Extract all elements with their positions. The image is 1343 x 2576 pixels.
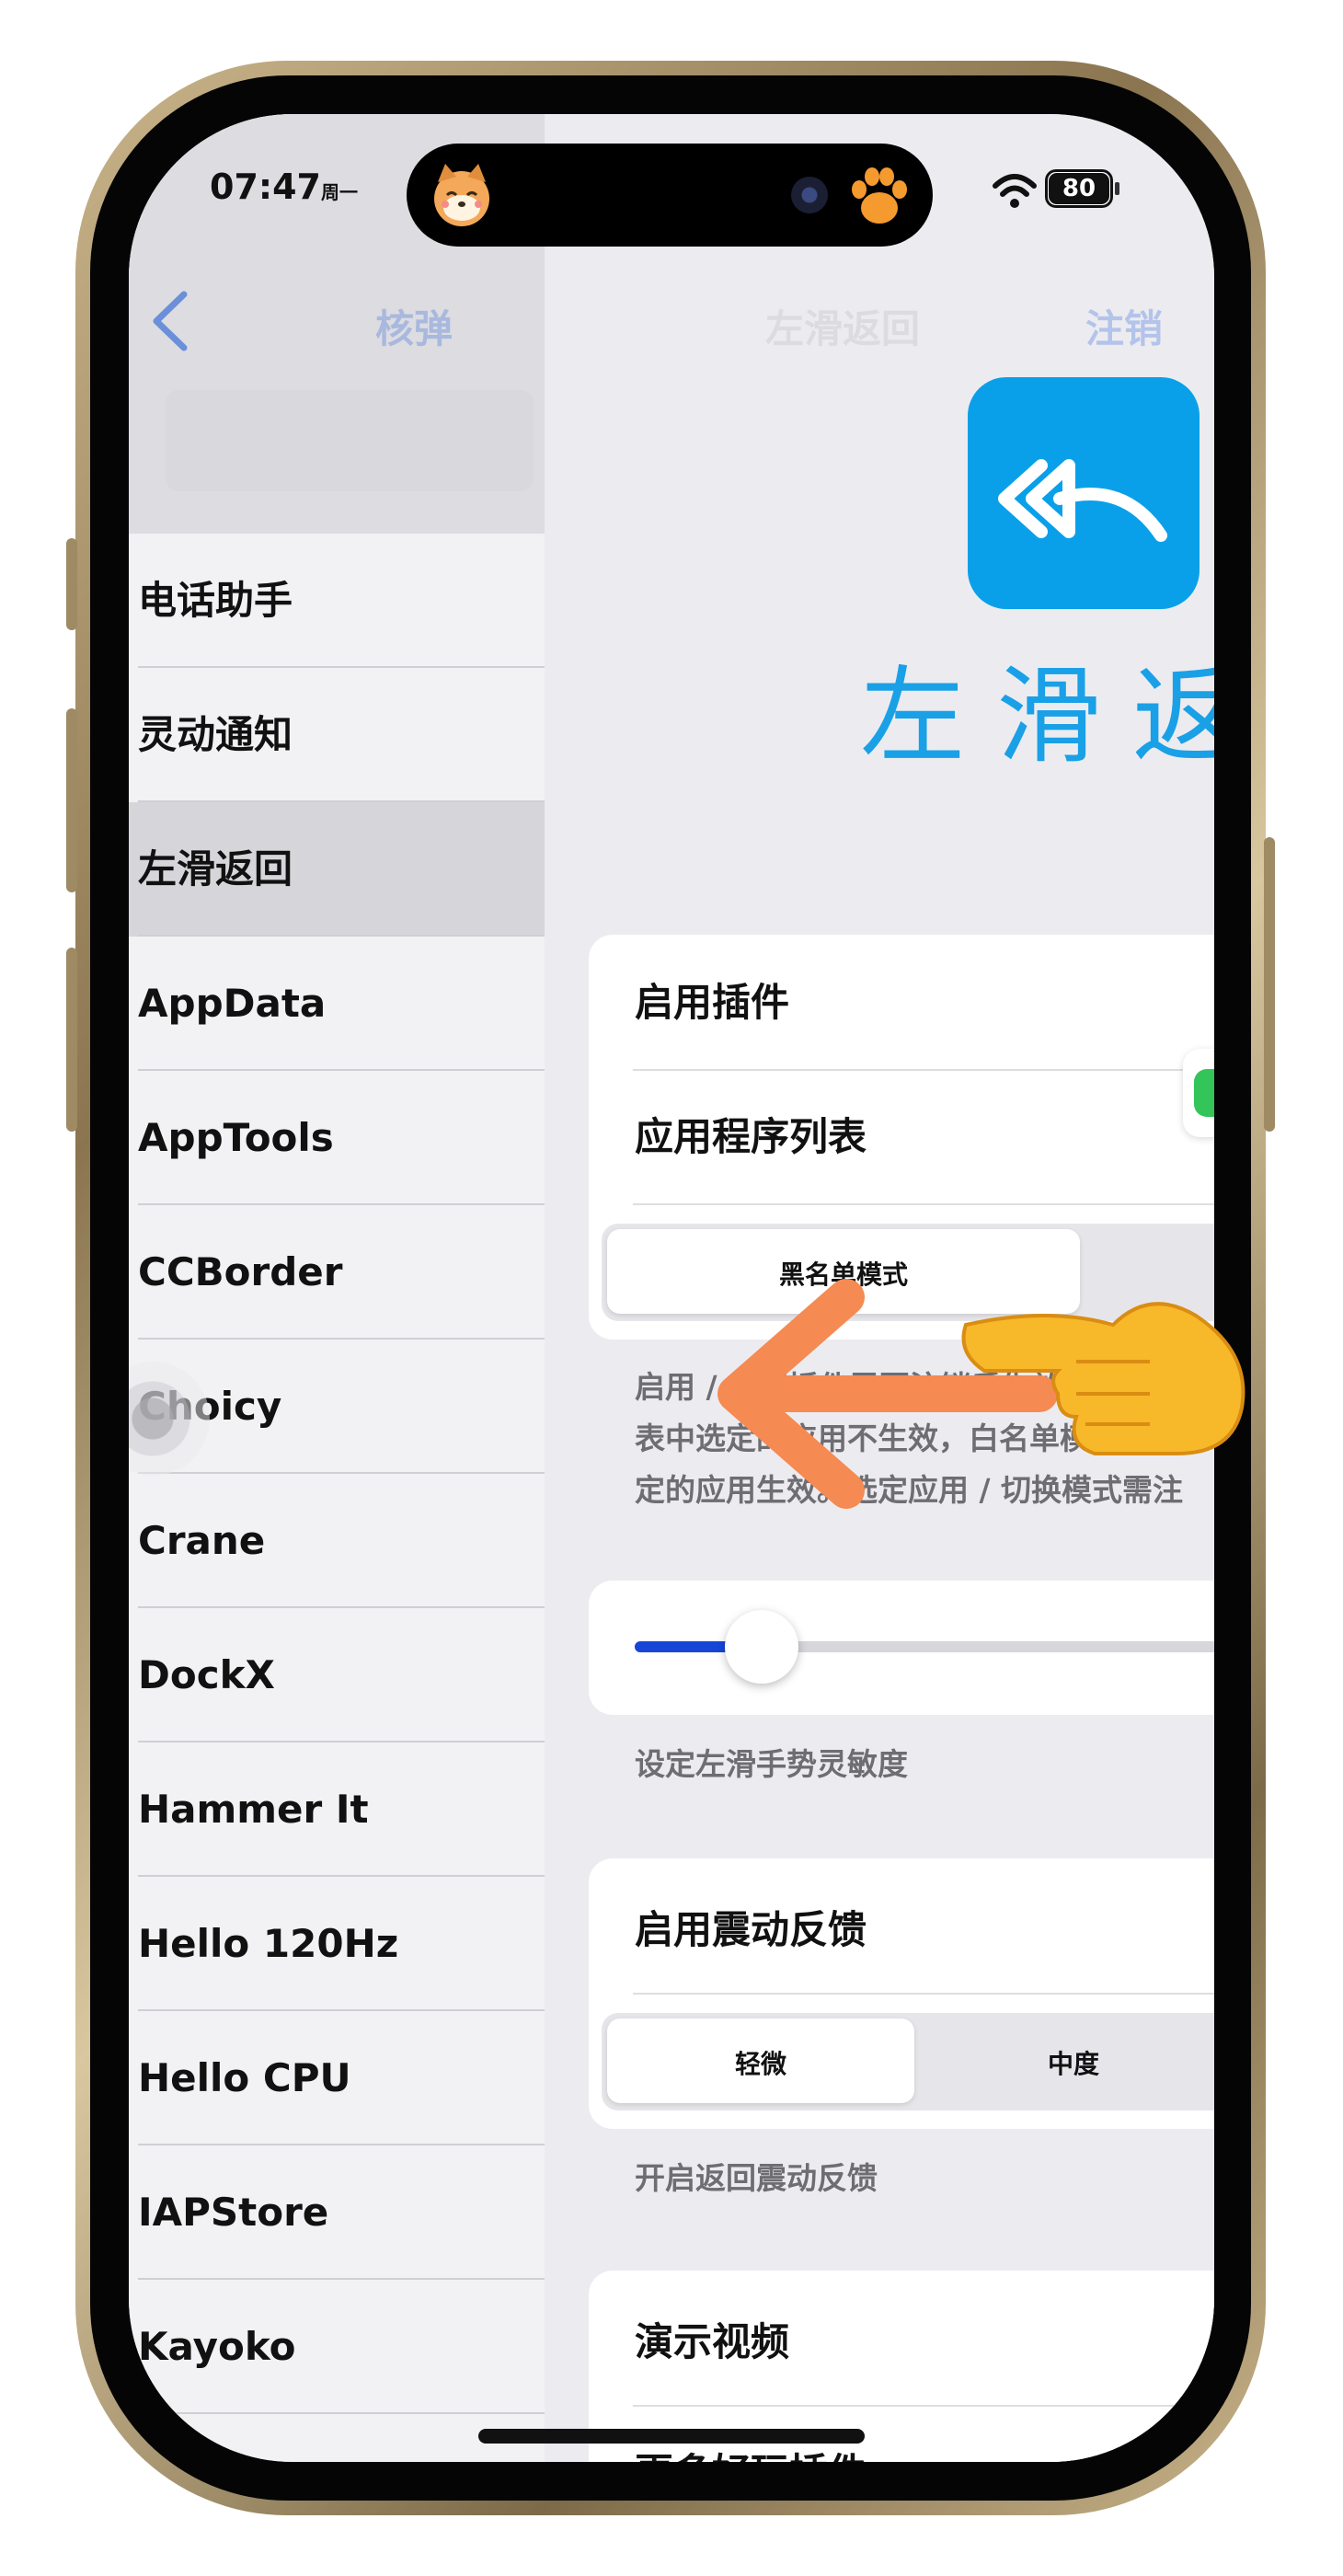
haptic-medium-segment[interactable]: 中度 [920,2044,1214,2081]
haptic-light-segment[interactable]: 轻微 [607,2018,914,2103]
detail-content: 左滑返 启用插件 应用程序列表 黑名单模式 启用 / 关闭插件需要注销后生效表中… [129,114,1214,2462]
haptic-card: 启用震动反馈 轻微 中度 [589,1858,1214,2129]
app-icon [968,377,1200,609]
blacklist-mode-label: 黑名单模式 [778,1259,908,1290]
app-list-row[interactable]: 应用程序列表 [635,1106,867,1162]
mode-segmented-control[interactable]: 黑名单模式 [602,1224,1214,1321]
haptic-light-label: 轻微 [734,2049,786,2079]
divider [633,2405,1214,2407]
haptic-segmented-control[interactable]: 轻微 中度 [602,2013,1214,2110]
volume-up-button [66,708,77,892]
sensitivity-card [589,1581,1214,1715]
action-button [66,538,77,630]
enable-plugin-label: 启用插件 [635,980,790,1025]
power-button [1264,837,1275,1132]
mode-note-line: 定的应用生效。选定应用 / 切换模式需注 [635,1472,1184,1508]
banner-title: 左滑返 [860,655,1214,777]
divider [633,1993,1214,1995]
volume-down-button [66,948,77,1132]
double-reply-arrow-icon [998,459,1167,542]
sensitivity-note: 设定左滑手势灵敏度 [635,1746,908,1782]
demo-video-row[interactable]: 演示视频 [635,2311,789,2367]
home-indicator[interactable] [478,2429,865,2444]
more-plugins-row[interactable]: 更多好玩插件 [635,2442,867,2462]
haptic-note: 开启返回震动反馈 [635,2160,878,2196]
sensitivity-slider[interactable] [635,1641,1214,1652]
blacklist-mode-segment[interactable]: 黑名单模式 [607,1229,1080,1314]
mode-note-line: 启用 / 关闭插件需要注销后生效 [635,1369,1062,1405]
mode-note-line: 表中选定的应用不生效，白名单模式 [635,1420,1120,1456]
divider [633,1069,1214,1071]
sensitivity-slider-thumb[interactable] [725,1610,798,1684]
divider [633,1203,1214,1205]
haptic-label: 启用震动反馈 [635,1907,867,1952]
plugin-settings-card: 启用插件 应用程序列表 黑名单模式 [589,935,1214,1340]
messages-app-icon[interactable] [1183,1049,1214,1137]
